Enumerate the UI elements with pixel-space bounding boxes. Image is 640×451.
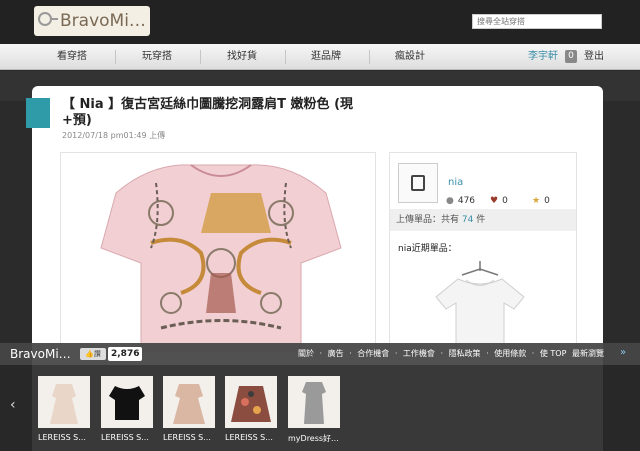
seller-panel: nia ● 476 ♥ 0 ★ 0 上傳單品：共有 74 件 nia近期單品： <box>389 152 577 354</box>
strip-thumb[interactable] <box>101 376 153 428</box>
strip-thumb[interactable] <box>163 376 215 428</box>
title-accent <box>26 98 50 128</box>
heart-icon: ♥ <box>490 196 499 206</box>
toolbar-logo[interactable]: BravoMi… <box>10 347 71 361</box>
user-name-link[interactable]: 李宇軒 <box>528 44 558 70</box>
footer-separator: · <box>319 349 323 358</box>
footer-separator: · <box>349 349 352 358</box>
footer-link-top[interactable]: 使 TOP <box>540 349 567 358</box>
seller-name-link[interactable]: nia <box>448 177 463 188</box>
logout-link[interactable]: 登出 <box>584 44 604 70</box>
footer-link-jobs[interactable]: 工作機會 <box>403 349 435 358</box>
strip-thumb-label[interactable]: LEREISS S... <box>38 433 98 442</box>
uploaded-label: 上傳單品：共有 <box>396 215 460 225</box>
footer-link-partnership[interactable]: 合作機會 <box>357 349 389 358</box>
search-input[interactable] <box>472 14 602 29</box>
footer-link-recent[interactable]: 最新瀏覽 <box>572 349 604 358</box>
chevron-left-icon[interactable]: ‹ <box>10 397 16 413</box>
likes-count: 0 <box>502 196 508 206</box>
recent-items-label: nia近期單品： <box>398 244 457 254</box>
dress-image <box>163 376 215 428</box>
stars-stat: ★ 0 <box>532 196 550 206</box>
dress-image <box>38 376 90 428</box>
star-icon: ★ <box>532 196 541 206</box>
likes-stat: ♥ 0 <box>490 196 508 206</box>
recent-browse-strip: ‹ LEREISS S... LEREISS S... LEREISS S...… <box>0 365 640 451</box>
black-top-image <box>101 376 153 428</box>
uploaded-summary: 上傳單品：共有 74 件 <box>390 209 576 231</box>
seller-logo-icon <box>411 175 425 191</box>
views-stat: ● 476 <box>446 196 475 206</box>
chevron-down-icon[interactable]: » <box>620 347 626 358</box>
footer-links: 關於 · 廣告 · 合作機會 · 工作機會 · 隱私政策 · 使用條款 · 使 … <box>298 343 607 365</box>
like-button[interactable]: 👍讚 <box>80 348 106 360</box>
footer-separator: · <box>486 349 489 358</box>
thumbs-up-icon: 👍 <box>85 350 94 358</box>
white-tee-image <box>435 261 525 354</box>
top-header: BravoMi… <box>0 0 640 44</box>
notification-badge[interactable]: 0 <box>565 50 577 63</box>
strip-thumb[interactable] <box>225 376 277 428</box>
stars-count: 0 <box>544 196 550 206</box>
nav-item-design[interactable]: 瘋設計 <box>370 44 450 70</box>
nav-divider <box>115 50 116 64</box>
footer-link-about[interactable]: 關於 <box>298 349 314 358</box>
recent-item-thumbnail[interactable] <box>420 257 540 354</box>
seller-avatar[interactable] <box>398 163 438 203</box>
like-count: 2,876 <box>108 347 143 361</box>
uploaded-count[interactable]: 74 <box>462 215 473 225</box>
footer-separator: · <box>440 349 444 358</box>
nav-item-play[interactable]: 玩穿搭 <box>117 44 197 70</box>
strip-thumb[interactable] <box>288 376 340 428</box>
strip-thumb-label[interactable]: LEREISS S... <box>163 433 223 442</box>
nav-item-find[interactable]: 找好貨 <box>202 44 282 70</box>
uploaded-unit: 件 <box>476 215 486 225</box>
footer-separator: · <box>394 349 398 358</box>
footer-link-privacy[interactable]: 隱私政策 <box>449 349 481 358</box>
product-photo[interactable] <box>60 152 376 352</box>
pin-icon <box>38 12 58 26</box>
logo-text: BravoMi… <box>60 11 146 31</box>
nav-item-look[interactable]: 看穿搭 <box>32 44 112 70</box>
strip-thumb-label[interactable]: LEREISS S... <box>101 433 161 442</box>
footer-link-terms[interactable]: 使用條款 <box>494 349 526 358</box>
strip-thumb[interactable] <box>38 376 90 428</box>
strip-thumb-label[interactable]: myDress好... <box>288 433 348 444</box>
footer-link-ads[interactable]: 廣告 <box>328 349 344 358</box>
skirt-image <box>225 376 277 428</box>
product-title: 【 Nia 】復古宮廷絲巾圖騰挖洞露肩T 嫩粉色 (現+預) <box>62 97 354 128</box>
nav-divider <box>200 50 201 64</box>
upload-date: 2012/07/18 pm01:49 上傳 <box>62 131 166 140</box>
site-logo[interactable]: BravoMi… <box>34 6 150 36</box>
pink-scarf-tee-image <box>61 153 375 351</box>
footer-separator: · <box>531 349 535 358</box>
strip-thumb-label[interactable]: LEREISS S... <box>225 433 285 442</box>
eye-icon: ● <box>446 196 454 206</box>
main-nav: 看穿搭 玩穿搭 找好貨 逛品牌 瘋設計 李宇軒 0 登出 <box>0 44 640 70</box>
nav-item-brand[interactable]: 逛品牌 <box>286 44 366 70</box>
bottom-toolbar: BravoMi… 👍讚 2,876 關於 · 廣告 · 合作機會 · 工作機會 … <box>0 343 640 365</box>
views-count: 476 <box>457 196 476 206</box>
gray-dress-image <box>288 376 340 428</box>
like-label: 讚 <box>93 350 101 358</box>
